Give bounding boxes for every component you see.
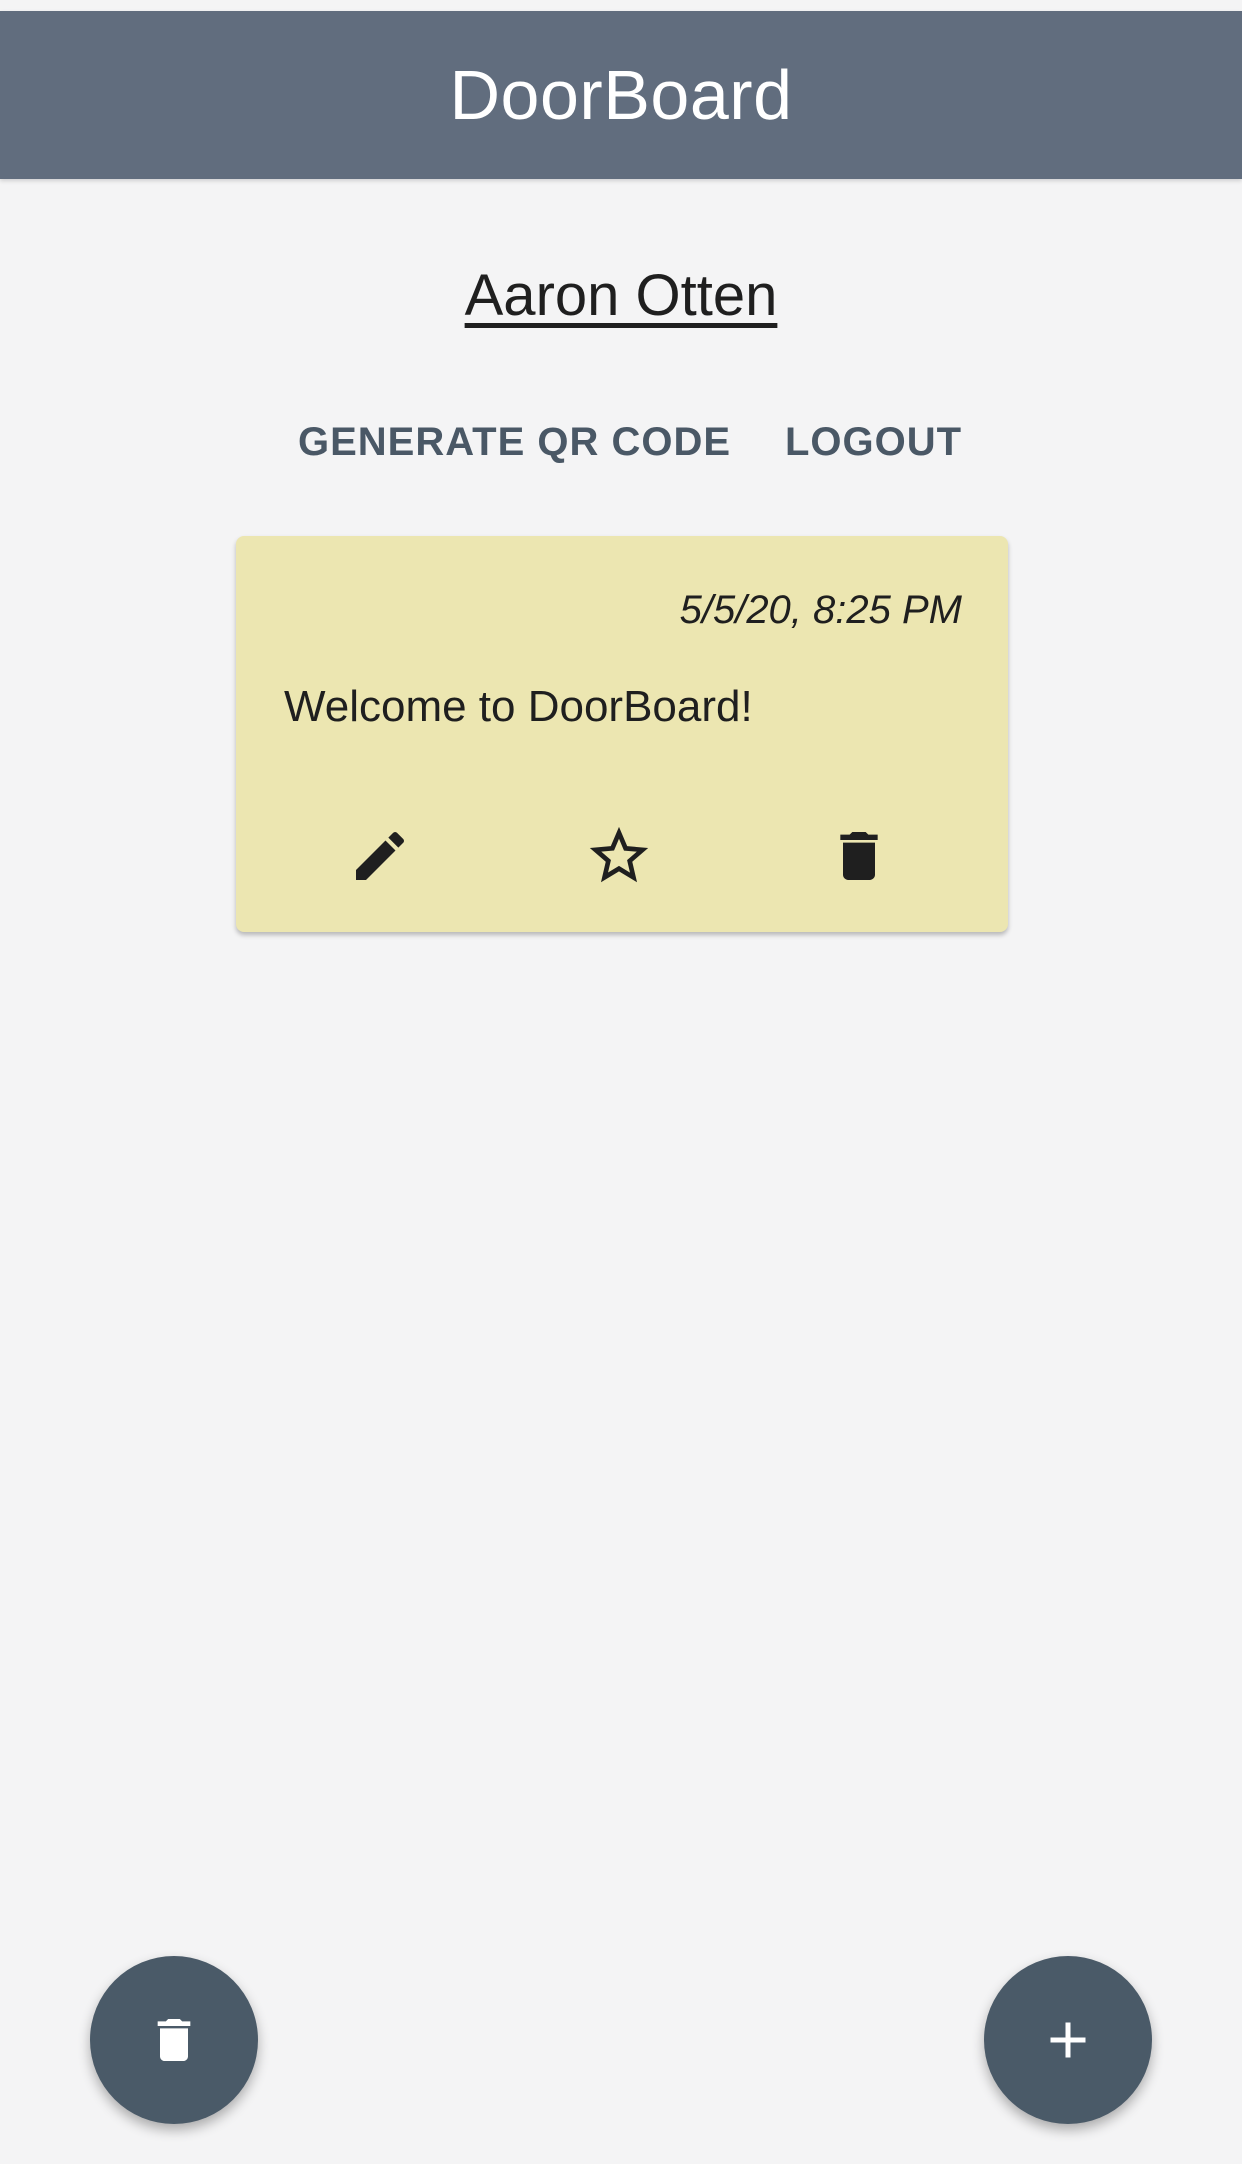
logout-button[interactable]: LOGOUT — [785, 420, 962, 465]
note-date: 5/5/20, 8:25 PM — [679, 588, 962, 632]
edit-note-button[interactable] — [340, 816, 420, 896]
edit-icon — [356, 831, 405, 880]
app-bar: DoorBoard — [0, 11, 1242, 179]
app-title: DoorBoard — [449, 56, 793, 134]
favorite-note-button[interactable] — [579, 816, 659, 896]
account-actions: GENERATE QR CODE LOGOUT — [0, 420, 1242, 480]
delete-note-button[interactable] — [819, 816, 899, 896]
note-text: Welcome to DoorBoard! — [284, 682, 753, 731]
star-outline-icon — [589, 826, 649, 883]
add-note-fab[interactable] — [984, 1956, 1152, 2124]
note-card: 5/5/20, 8:25 PM Welcome to DoorBoard! — [236, 536, 1008, 932]
note-actions — [236, 816, 1008, 896]
delete-all-fab[interactable] — [90, 1956, 258, 2124]
delete-icon — [840, 832, 878, 880]
add-icon — [1050, 2022, 1086, 2058]
status-bar — [0, 0, 1242, 11]
delete-icon — [157, 2019, 191, 2061]
user-name[interactable]: Aaron Otten — [0, 262, 1242, 329]
generate-qr-code-button[interactable]: GENERATE QR CODE — [298, 420, 731, 465]
